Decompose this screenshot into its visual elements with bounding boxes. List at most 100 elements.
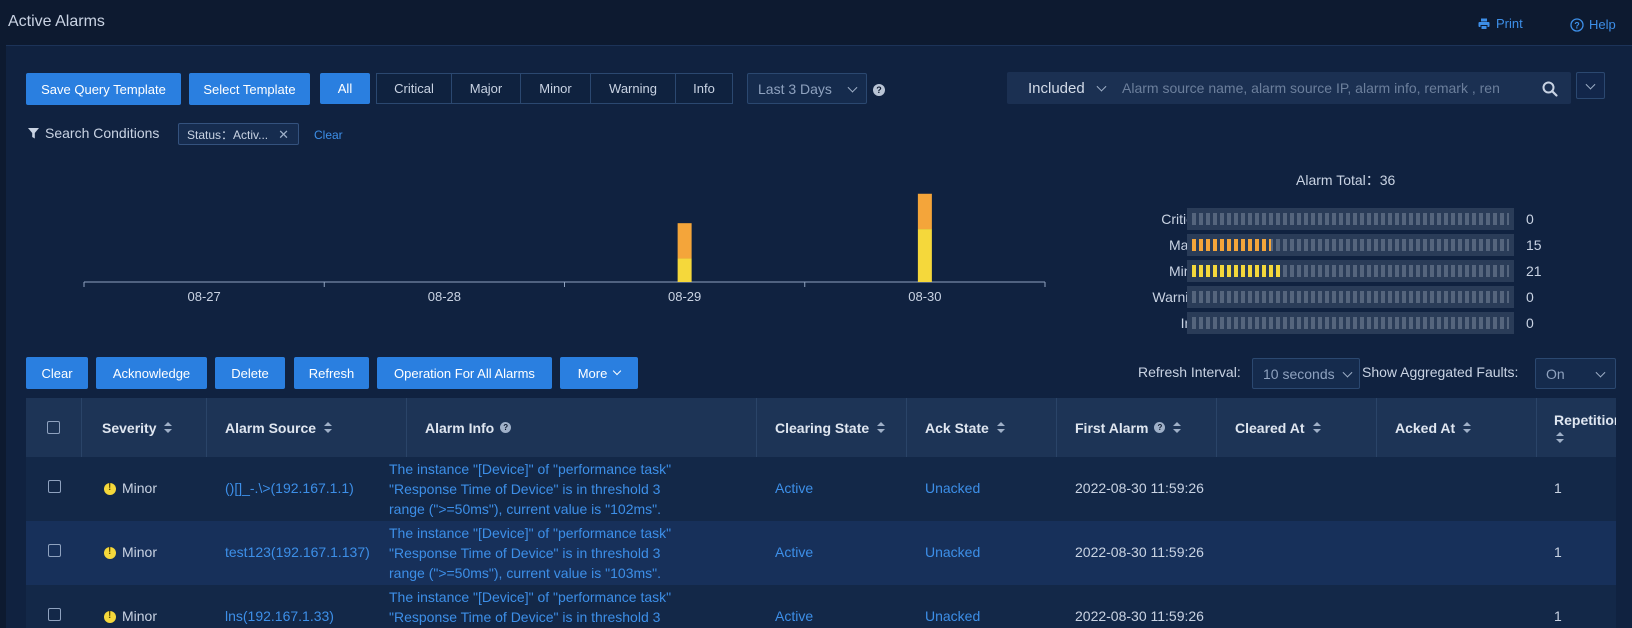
print-button[interactable]: Print	[1478, 16, 1523, 31]
severity-stat-track	[1192, 213, 1509, 225]
bar-major-08-29	[677, 223, 692, 259]
ack-state-link[interactable]: Unacked	[925, 480, 980, 496]
refresh-button[interactable]: Refresh	[294, 357, 369, 389]
header-ack-state[interactable]: Ack State	[907, 398, 1057, 457]
filter-icon	[28, 127, 39, 138]
search-mode-select[interactable]: Included	[1007, 72, 1117, 104]
sort-icon[interactable]	[164, 421, 173, 434]
sort-icon[interactable]	[1312, 421, 1321, 434]
chevron-down-icon	[613, 366, 622, 376]
question-icon[interactable]: ?	[500, 422, 512, 433]
first-alarm-cell: 2022-08-30 11:59:26	[1075, 544, 1204, 560]
filter-critical[interactable]: Critical	[376, 73, 452, 104]
sort-icon[interactable]	[996, 421, 1005, 434]
header-alarm-info: Alarm Info?	[407, 398, 757, 457]
header-first-alarm[interactable]: First Alarm?	[1057, 398, 1217, 457]
alarm-source-link[interactable]: test123(192.167.1.137)	[225, 544, 370, 560]
severity-stat-bar	[1187, 312, 1514, 334]
clearing-state-link[interactable]: Active	[775, 480, 813, 496]
table-row[interactable]: Minor ()[]_-.\>(192.167.1.1) The instance …	[26, 457, 1616, 521]
close-icon[interactable]: ✕	[278, 127, 289, 143]
clearing-state-link[interactable]: Active	[775, 608, 813, 624]
clear-conditions-link[interactable]: Clear	[314, 128, 343, 142]
sort-icon[interactable]	[324, 421, 333, 434]
severity-stat-fill	[1192, 239, 1271, 251]
filter-warning[interactable]: Warning	[590, 73, 676, 104]
row-checkbox[interactable]	[48, 608, 61, 621]
top-bar: Active Alarms Print ? Help	[0, 0, 1632, 44]
header-cleared-at[interactable]: Cleared At	[1217, 398, 1377, 457]
sort-icon[interactable]	[1173, 421, 1182, 434]
bar-minor-08-29	[677, 258, 692, 282]
chevron-down-icon	[1342, 367, 1353, 378]
operation-all-alarms-button[interactable]: Operation For All Alarms	[377, 357, 552, 389]
more-button[interactable]: More	[560, 357, 638, 389]
severity-stat-track	[1192, 291, 1509, 303]
table-row[interactable]: Minor lns(192.167.1.33) The instance "[Dev…	[26, 585, 1616, 628]
filter-all[interactable]: All	[320, 73, 370, 104]
alarm-info-link[interactable]: The instance "[Device]" of "performance …	[389, 587, 699, 627]
delete-button[interactable]: Delete	[215, 357, 285, 389]
acknowledge-button[interactable]: Acknowledge	[96, 357, 207, 389]
filter-minor[interactable]: Minor	[520, 73, 591, 104]
severity-cell: Minor	[104, 480, 157, 496]
question-icon[interactable]: ?	[1154, 422, 1166, 433]
header-alarm-source[interactable]: Alarm Source	[207, 398, 407, 457]
print-label: Print	[1496, 16, 1523, 31]
header-severity[interactable]: Severity	[82, 398, 207, 457]
severity-stat-row: Major15	[1080, 234, 1550, 256]
ack-state-link[interactable]: Unacked	[925, 608, 980, 624]
severity-stat-value: 21	[1526, 263, 1542, 279]
search-icon[interactable]	[1541, 80, 1559, 98]
question-icon[interactable]: ?	[873, 84, 885, 96]
bar-major-08-30	[917, 193, 932, 230]
severity-stat-value: 15	[1526, 237, 1542, 253]
help-button[interactable]: ? Help	[1570, 17, 1616, 32]
help-label: Help	[1589, 17, 1616, 32]
alarm-source-link[interactable]: lns(192.167.1.33)	[225, 608, 334, 624]
filter-major[interactable]: Major	[451, 73, 521, 104]
minor-severity-icon	[104, 546, 116, 559]
severity-stat-row: Critical 0	[1080, 208, 1550, 230]
time-range-value: Last 3 Days	[758, 80, 832, 97]
clearing-state-link[interactable]: Active	[775, 544, 813, 560]
header-clearing-state[interactable]: Clearing State	[757, 398, 907, 457]
x-tick-label: 08-28	[428, 289, 461, 304]
status-condition-tag: Status：Activ... ✕	[178, 123, 299, 145]
search-input[interactable]	[1122, 72, 1532, 104]
svg-text:?: ?	[1574, 20, 1580, 30]
select-all-checkbox[interactable]	[47, 421, 60, 434]
header-first-alarm-label: First Alarm	[1075, 419, 1149, 436]
severity-stat-bar	[1187, 234, 1514, 256]
clear-button[interactable]: Clear	[26, 357, 88, 389]
table-header: Severity Alarm Source Alarm Info? Cleari…	[26, 398, 1616, 457]
alarm-info-link[interactable]: The instance "[Device]" of "performance …	[389, 459, 699, 519]
repetitions-cell: 1	[1554, 544, 1562, 560]
header-acked-at[interactable]: Acked At	[1377, 398, 1537, 457]
header-repetitions[interactable]: Repetitions	[1537, 398, 1616, 457]
minor-severity-icon	[104, 482, 116, 495]
row-checkbox[interactable]	[48, 480, 61, 493]
filter-info[interactable]: Info	[675, 73, 733, 104]
sort-icon[interactable]	[1463, 421, 1472, 434]
x-tick-label: 08-27	[188, 289, 221, 304]
more-label: More	[577, 365, 608, 381]
save-query-template-button[interactable]: Save Query Template	[26, 73, 181, 105]
sort-icon[interactable]	[877, 421, 886, 434]
aggregated-faults-select[interactable]: On	[1535, 358, 1616, 389]
sort-icon[interactable]	[1556, 431, 1564, 444]
row-checkbox[interactable]	[48, 544, 61, 557]
advanced-search-toggle[interactable]	[1576, 72, 1605, 99]
time-range-select[interactable]: Last 3 Days	[747, 73, 867, 104]
select-template-button[interactable]: Select Template	[189, 73, 310, 105]
search-conditions: Search Conditions	[28, 125, 159, 141]
header-select-all-cell	[26, 398, 82, 457]
chevron-down-icon	[1595, 367, 1606, 378]
alarm-total: Alarm Total：36	[1296, 172, 1396, 188]
alarm-info-link[interactable]: The instance "[Device]" of "performance …	[389, 523, 699, 583]
refresh-interval-select[interactable]: 10 seconds	[1252, 358, 1360, 389]
header-alarm-info-label: Alarm Info	[425, 419, 495, 436]
ack-state-link[interactable]: Unacked	[925, 544, 980, 560]
table-row[interactable]: Minor test123(192.167.1.137) The instance …	[26, 521, 1616, 585]
alarm-source-link[interactable]: ()[]_-.\>(192.167.1.1)	[225, 480, 354, 496]
